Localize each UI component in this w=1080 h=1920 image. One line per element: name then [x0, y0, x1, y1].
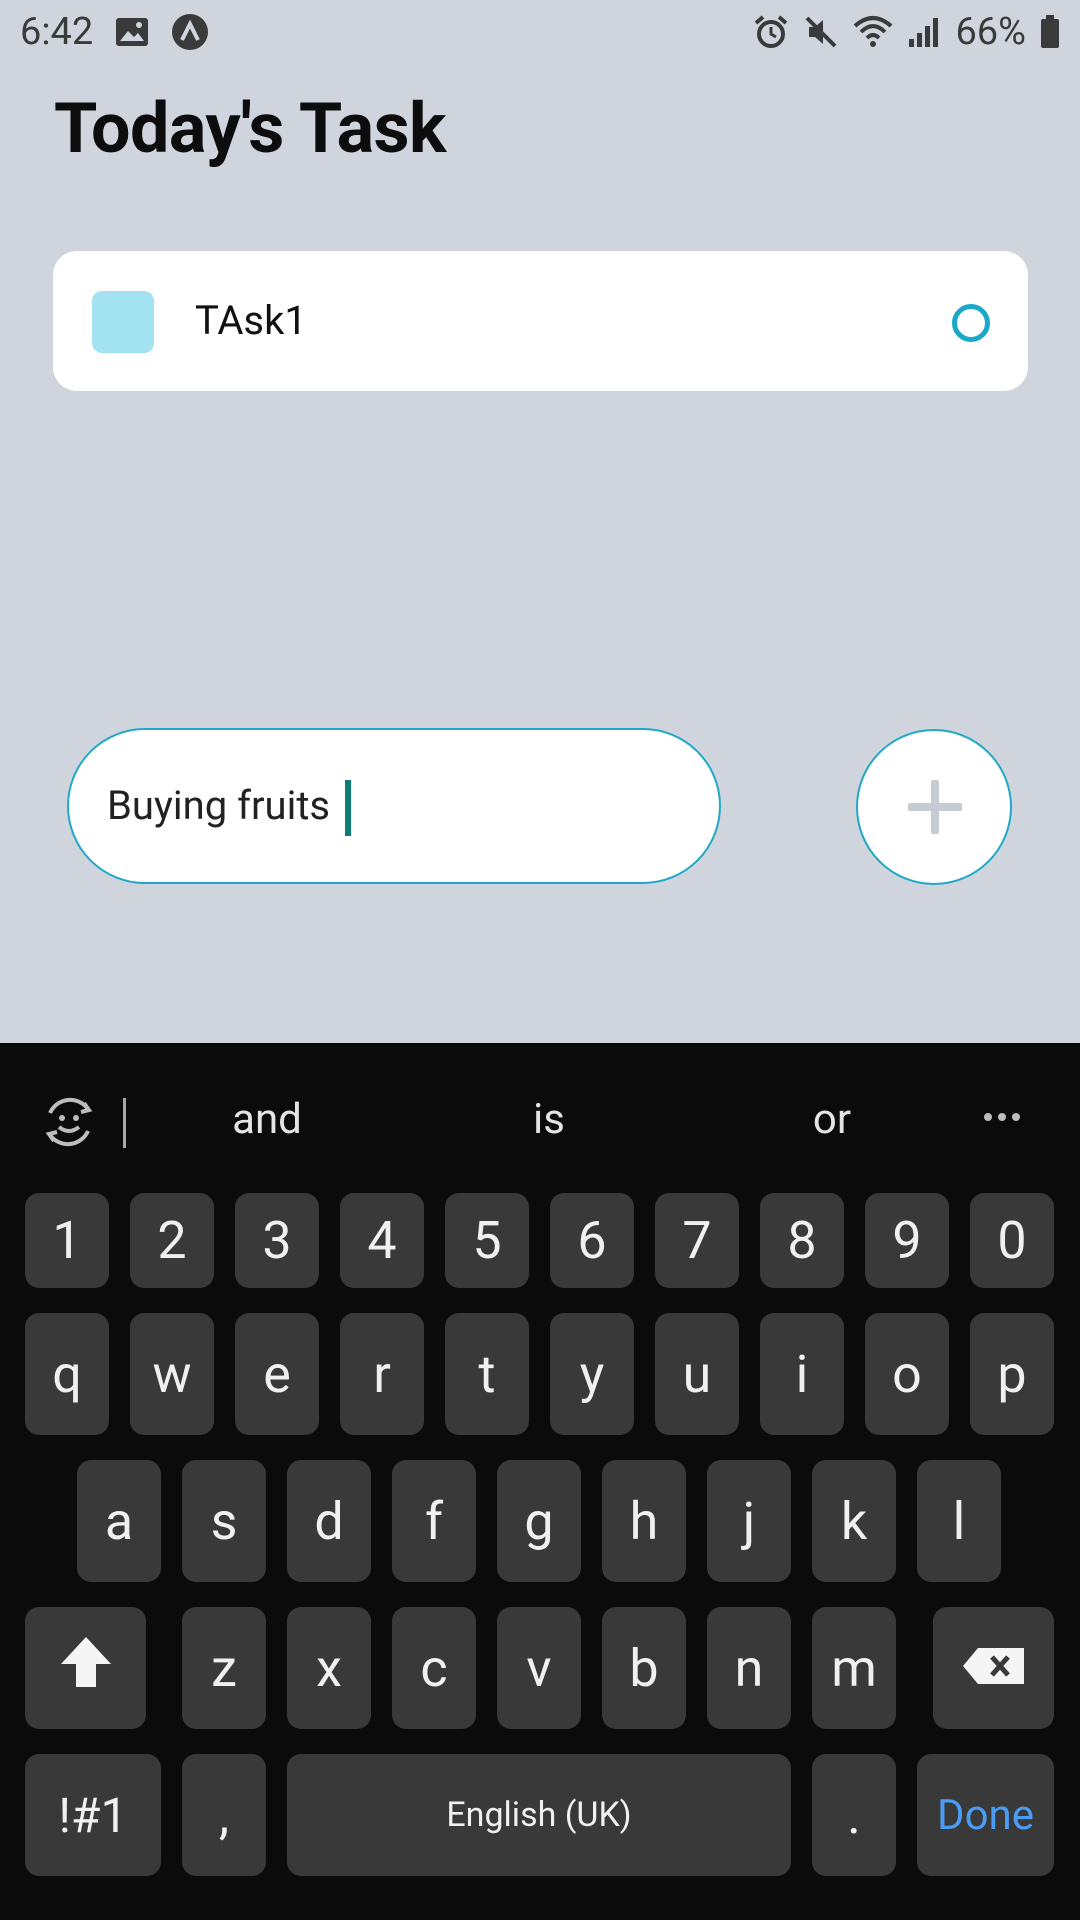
- backspace-key[interactable]: [933, 1607, 1054, 1729]
- key-i[interactable]: i: [760, 1313, 844, 1435]
- task-input[interactable]: Buying fruits: [67, 728, 721, 884]
- key-h[interactable]: h: [602, 1460, 686, 1582]
- key-o[interactable]: o: [865, 1313, 949, 1435]
- comma-key[interactable]: ,: [182, 1754, 266, 1876]
- shift-arrow-icon: [57, 1633, 115, 1704]
- status-left: 6:42: [20, 10, 209, 54]
- period-key[interactable]: .: [812, 1754, 896, 1876]
- key-j[interactable]: j: [707, 1460, 791, 1582]
- plus-icon-vertical: [931, 780, 939, 834]
- task-input-value: Buying fruits: [107, 782, 331, 829]
- task-complete-circle-icon[interactable]: [952, 304, 990, 342]
- key-y[interactable]: y: [550, 1313, 634, 1435]
- suggestion-2[interactable]: is: [533, 1095, 565, 1144]
- key-6[interactable]: 6: [550, 1193, 634, 1288]
- key-t[interactable]: t: [445, 1313, 529, 1435]
- alarm-icon: [753, 14, 789, 50]
- key-7[interactable]: 7: [655, 1193, 739, 1288]
- battery-percent: 66%: [955, 10, 1026, 54]
- shift-key[interactable]: [25, 1607, 146, 1729]
- key-8[interactable]: 8: [760, 1193, 844, 1288]
- mute-icon: [803, 14, 839, 50]
- key-p[interactable]: p: [970, 1313, 1054, 1435]
- app-notification-icon: [171, 13, 209, 51]
- key-w[interactable]: w: [130, 1313, 214, 1435]
- signal-icon: [907, 15, 941, 49]
- suggestion-divider: [123, 1098, 126, 1148]
- keyboard: and is or 1 2 3 4 5 6 7 8 9 0 q w e r t …: [0, 1043, 1080, 1920]
- backspace-icon: [962, 1638, 1026, 1699]
- space-key[interactable]: English (UK): [287, 1754, 791, 1876]
- key-r[interactable]: r: [340, 1313, 424, 1435]
- key-c[interactable]: c: [392, 1607, 476, 1729]
- key-1[interactable]: 1: [25, 1193, 109, 1288]
- status-right: 66%: [753, 10, 1060, 54]
- more-icon[interactable]: [984, 1113, 1020, 1121]
- key-a[interactable]: a: [77, 1460, 161, 1582]
- key-g[interactable]: g: [497, 1460, 581, 1582]
- key-n[interactable]: n: [707, 1607, 791, 1729]
- done-key[interactable]: Done: [917, 1754, 1054, 1876]
- key-s[interactable]: s: [182, 1460, 266, 1582]
- key-5[interactable]: 5: [445, 1193, 529, 1288]
- suggestion-3[interactable]: or: [813, 1095, 851, 1144]
- status-time: 6:42: [20, 10, 94, 54]
- page-title: Today's Task: [54, 88, 446, 170]
- key-b[interactable]: b: [602, 1607, 686, 1729]
- key-l[interactable]: l: [917, 1460, 1001, 1582]
- key-q[interactable]: q: [25, 1313, 109, 1435]
- key-x[interactable]: x: [287, 1607, 371, 1729]
- key-d[interactable]: d: [287, 1460, 371, 1582]
- task-color-square: [92, 291, 154, 353]
- task-label: TAsk1: [195, 297, 307, 344]
- battery-icon: [1040, 15, 1060, 49]
- add-task-button[interactable]: [856, 729, 1012, 885]
- key-3[interactable]: 3: [235, 1193, 319, 1288]
- wifi-icon: [853, 14, 893, 50]
- key-e[interactable]: e: [235, 1313, 319, 1435]
- gallery-icon: [115, 17, 149, 47]
- key-z[interactable]: z: [182, 1607, 266, 1729]
- symbols-key[interactable]: !#1: [25, 1754, 161, 1876]
- text-caret: [345, 780, 351, 836]
- key-0[interactable]: 0: [970, 1193, 1054, 1288]
- task-item[interactable]: TAsk1: [53, 251, 1028, 391]
- suggestion-1[interactable]: and: [232, 1095, 302, 1144]
- key-m[interactable]: m: [812, 1607, 896, 1729]
- key-k[interactable]: k: [812, 1460, 896, 1582]
- key-4[interactable]: 4: [340, 1193, 424, 1288]
- emoji-switch-icon[interactable]: [40, 1093, 98, 1155]
- key-f[interactable]: f: [392, 1460, 476, 1582]
- key-2[interactable]: 2: [130, 1193, 214, 1288]
- key-v[interactable]: v: [497, 1607, 581, 1729]
- status-bar: 6:42 66%: [0, 0, 1080, 64]
- key-u[interactable]: u: [655, 1313, 739, 1435]
- key-9[interactable]: 9: [865, 1193, 949, 1288]
- suggestion-bar: and is or: [0, 1043, 1080, 1193]
